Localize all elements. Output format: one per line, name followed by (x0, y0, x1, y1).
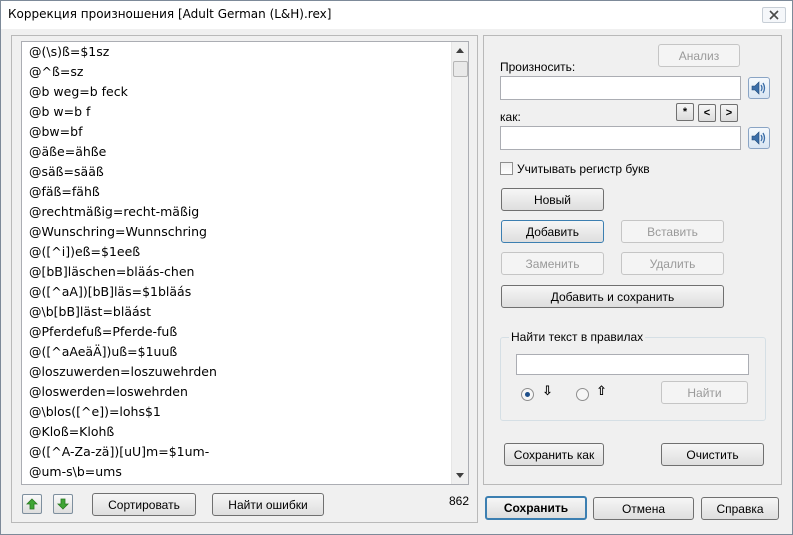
wildcard-button[interactable]: * (676, 103, 694, 121)
insert-button[interactable]: Вставить (621, 220, 724, 243)
previous-button[interactable]: < (698, 104, 716, 122)
rule-list-item[interactable]: @\blos([^e])=lohs$1 (22, 402, 450, 422)
arrow-up-icon (26, 498, 38, 510)
pronounce-label: Произносить: (500, 60, 576, 74)
case-sensitive-checkbox[interactable] (500, 162, 513, 175)
rule-list-item[interactable]: @b weg=b feck (22, 82, 450, 102)
help-button[interactable]: Справка (701, 497, 779, 520)
scroll-down-arrow[interactable] (452, 467, 468, 484)
as-label: как: (500, 110, 521, 124)
pronunciation-correction-window: Коррекция произношения [Adult German (L&… (0, 0, 793, 535)
save-as-button[interactable]: Сохранить как (504, 443, 604, 466)
next-button[interactable]: > (720, 104, 738, 122)
arrow-up-outline-icon: ⇧ (596, 384, 607, 399)
rules-scrollbar[interactable] (451, 42, 468, 484)
rule-list-item[interactable]: @um-s\b=ums (22, 462, 450, 482)
rule-list-item[interactable]: @loszuwerden=loszuwehrden (22, 362, 450, 382)
clear-button[interactable]: Очистить (661, 443, 764, 466)
find-button[interactable]: Найти (661, 381, 748, 404)
rule-list-item[interactable]: @([^i])eß=$1eeß (22, 242, 450, 262)
rules-count: 862 (449, 494, 470, 508)
rule-list-item[interactable]: @[bB]läschen=bläás-chen (22, 262, 450, 282)
find-errors-button[interactable]: Найти ошибки (212, 493, 324, 516)
speaker-icon (751, 131, 766, 145)
arrow-down-outline-icon: ⇩ (542, 384, 553, 399)
find-text-input[interactable] (516, 354, 749, 375)
save-button[interactable]: Сохранить (485, 496, 587, 520)
rule-list-item[interactable]: @loswerden=loswehrden (22, 382, 450, 402)
speak-pronounce-button[interactable] (748, 77, 770, 99)
scroll-up-arrow[interactable] (452, 42, 468, 59)
arrow-down-icon (57, 498, 69, 510)
speak-as-button[interactable] (748, 127, 770, 149)
delete-button[interactable]: Удалить (621, 252, 724, 275)
rule-list-item[interactable]: @^ß=sz (22, 62, 450, 82)
title-bar: Коррекция произношения [Adult German (L&… (1, 1, 792, 29)
analyze-button[interactable]: Анализ (658, 44, 740, 67)
rule-list-item[interactable]: @([^aAeäÄ])uß=$1uuß (22, 342, 450, 362)
rule-list-item[interactable]: @(\s)ß=$1sz (22, 42, 450, 62)
close-button[interactable] (762, 7, 786, 23)
rule-list-item[interactable]: @([^A-Za-zä])[uU]m=$1um- (22, 442, 450, 462)
sort-button[interactable]: Сортировать (92, 493, 196, 516)
scroll-thumb[interactable] (453, 61, 468, 77)
replace-button[interactable]: Заменить (501, 252, 604, 275)
rule-list-item[interactable]: @fäß=fähß (22, 182, 450, 202)
rule-list-item[interactable]: @Wunschring=Wunnschring (22, 222, 450, 242)
close-icon (769, 10, 779, 20)
rule-list-item[interactable]: @rechtmäßig=recht-mäßig (22, 202, 450, 222)
rule-list-item[interactable]: @([^aA])[bB]läs=$1bläás (22, 282, 450, 302)
chevron-down-icon (456, 473, 464, 478)
move-down-button[interactable] (53, 494, 73, 514)
find-group-title: Найти текст в правилах (509, 330, 646, 344)
rules-listbox[interactable]: @(\s)ß=$1sz @^ß=sz @b weg=b feck @b w=b f @b… (21, 41, 469, 485)
window-title: Коррекция произношения [Adult German (L&… (8, 7, 332, 21)
find-text-group: Найти текст в правилах (500, 330, 766, 421)
direction-down-radio[interactable] (521, 388, 534, 401)
direction-up-radio[interactable] (576, 388, 589, 401)
rule-list-item[interactable]: @säß=sääß (22, 162, 450, 182)
pronounce-input[interactable] (500, 76, 741, 100)
rules-list-items: @(\s)ß=$1sz @^ß=sz @b weg=b feck @b w=b f @b… (22, 42, 450, 484)
new-button[interactable]: Новый (501, 188, 604, 211)
speaker-icon (751, 81, 766, 95)
cancel-button[interactable]: Отмена (593, 497, 694, 520)
rule-list-item[interactable]: @\b[bB]läst=bläást (22, 302, 450, 322)
move-up-button[interactable] (22, 494, 42, 514)
as-input[interactable] (500, 126, 741, 150)
rule-list-item[interactable]: @äße=ähße (22, 142, 450, 162)
rule-list-item[interactable]: @bw=bf (22, 122, 450, 142)
add-button[interactable]: Добавить (501, 220, 604, 243)
rule-list-item[interactable]: @b w=b f (22, 102, 450, 122)
rule-list-item[interactable]: @Kloß=Klohß (22, 422, 450, 442)
chevron-up-icon (456, 48, 464, 53)
rule-list-item[interactable]: @Pferdefuß=Pferde-fuß (22, 322, 450, 342)
case-sensitive-label: Учитывать регистр букв (517, 162, 650, 176)
add-and-save-button[interactable]: Добавить и сохранить (501, 285, 724, 308)
